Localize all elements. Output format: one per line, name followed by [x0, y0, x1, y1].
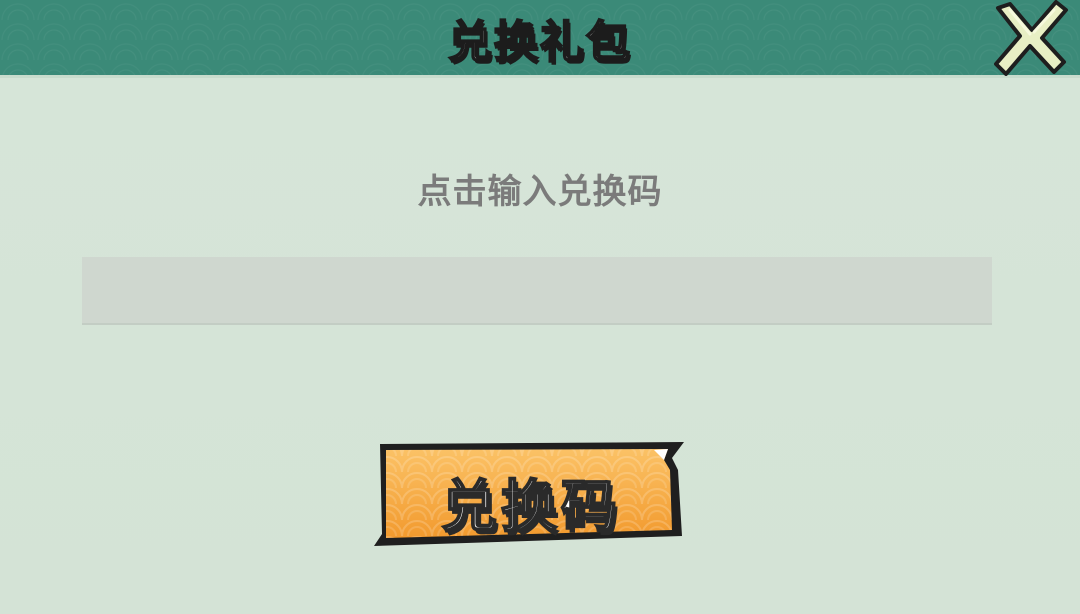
dialog-header: 兑换礼包 [0, 0, 1080, 78]
close-button[interactable] [990, 0, 1070, 76]
redeem-code-input[interactable] [82, 257, 992, 325]
input-prompt-label: 点击输入兑换码 [417, 172, 663, 212]
dialog-title: 兑换礼包 [447, 16, 632, 69]
redeem-button-label: 兑换码 [440, 474, 621, 541]
redeem-button[interactable]: 兑换码 [372, 440, 690, 550]
close-x-icon [994, 0, 1068, 76]
